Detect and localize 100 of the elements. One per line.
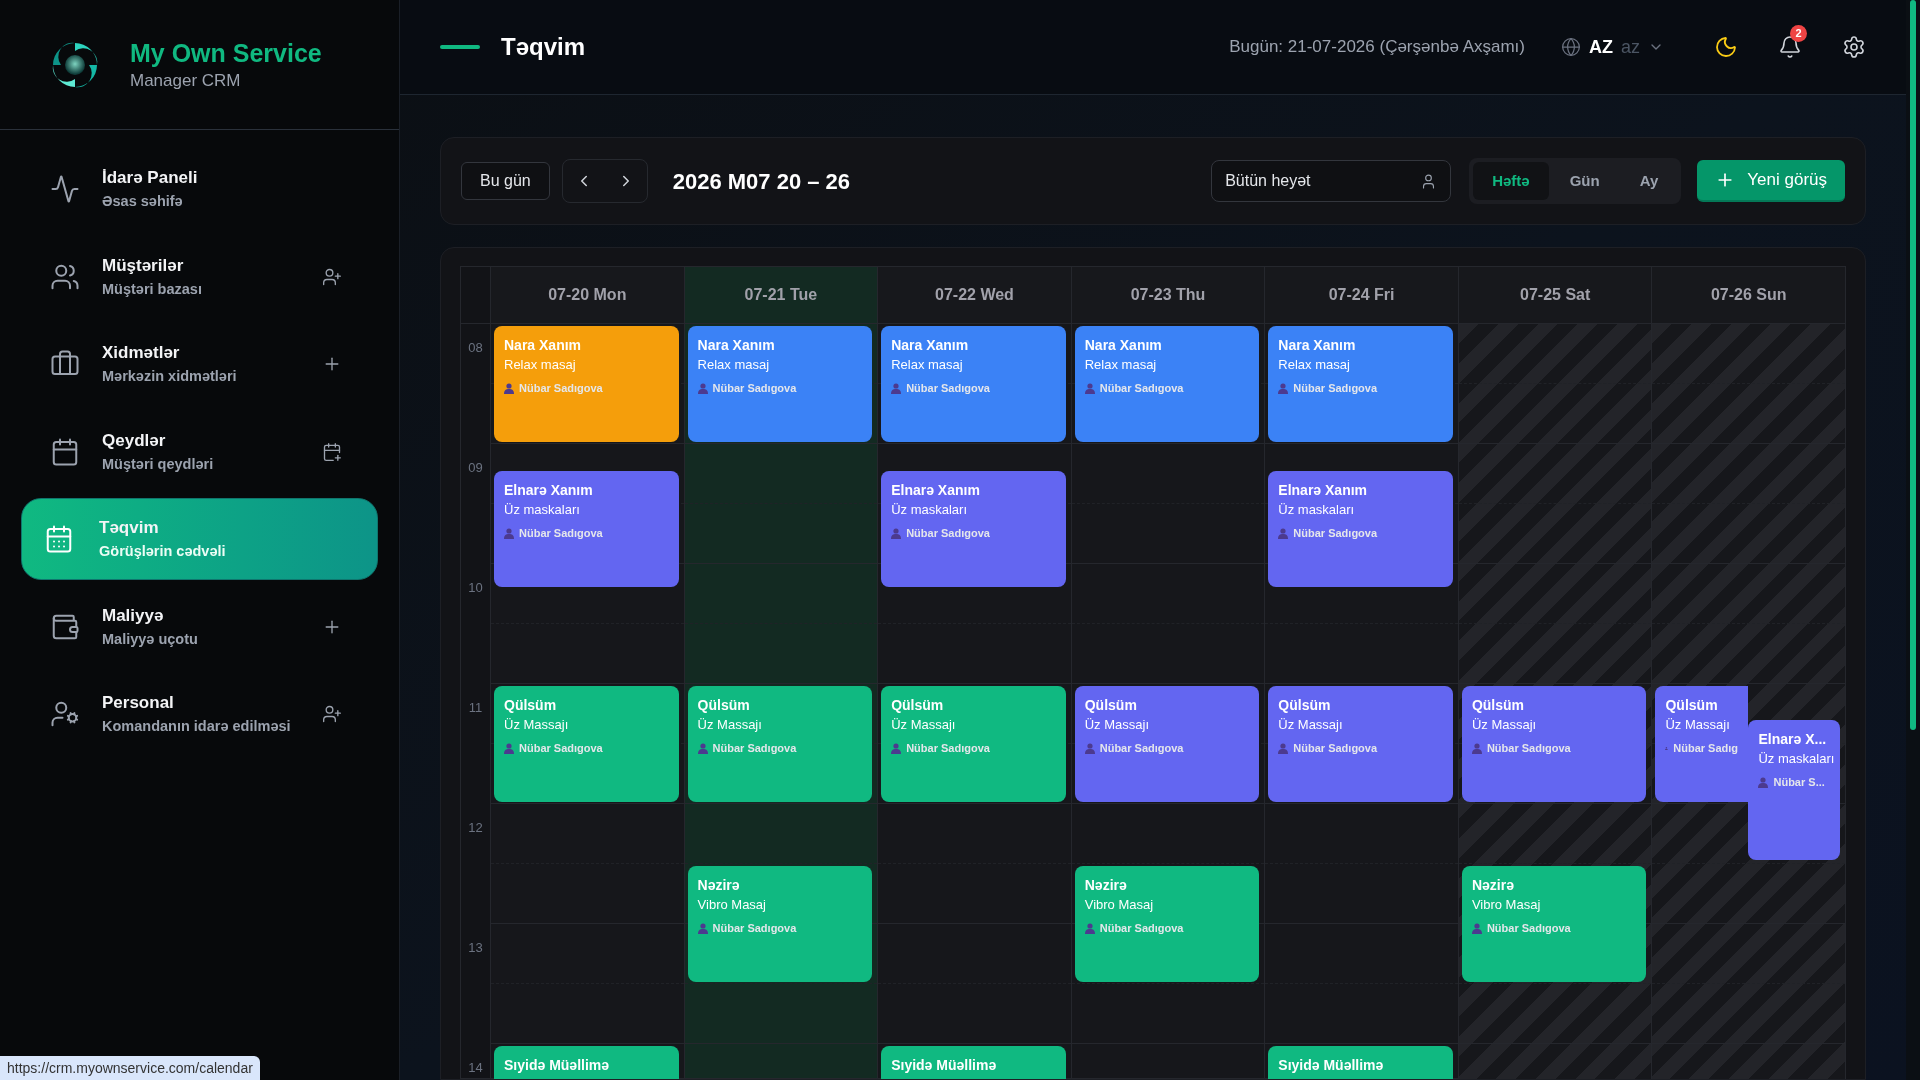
hour-label: 11 (468, 699, 483, 714)
staff-name: Nübar Sadıgova (906, 741, 990, 756)
service-name: Üz Massajı (1471, 716, 1538, 734)
person-icon (504, 742, 514, 754)
appointment-card[interactable]: Sıyidə Müəllimə (494, 1046, 679, 1079)
appointment-card[interactable]: Nara Xanım Relax masaj Nübar Sadıgova (1268, 326, 1453, 442)
staff-name: Nübar Sadıgova (906, 526, 990, 541)
staff-name: Nübar Sadıgova (712, 741, 797, 756)
appointment-card[interactable]: Nara Xanım Relax masaj Nübar Sadıgova (881, 326, 1066, 442)
person-icon (891, 527, 902, 539)
service-name: Üz maskaları (1758, 750, 1831, 768)
service-name: Üz maskaları (891, 501, 968, 519)
staff-name: Nübar Sadıgova (712, 381, 797, 396)
appointment-card[interactable]: Qülsüm Üz Massajı Nübar Sadıgova (1461, 686, 1647, 802)
appointment-card[interactable]: Nəzirə Vibro Masaj Nübar Sadıgova (1074, 866, 1260, 982)
language-select[interactable]: AZ az (1561, 33, 1664, 61)
appointment-card[interactable]: Nəzirə Vibro Masaj Nübar Sadıgova (687, 866, 873, 982)
appointment-card[interactable]: Qülsüm Üz Massajı Nübar Sadıgova (1074, 686, 1260, 802)
user-plus-icon[interactable] (322, 704, 342, 724)
service-name: Relax masaj (504, 356, 577, 374)
nav-item[interactable]: Təqvim Görüşlərin cədvəli (21, 498, 378, 580)
new-appointment-button[interactable]: Yeni görüş (1697, 160, 1845, 202)
nav-title: Təqvim (99, 517, 160, 539)
theme-toggle-icon[interactable] (1714, 35, 1738, 59)
nav-subtitle: Müştəri bazası (102, 279, 203, 299)
nav-item[interactable]: Müştərilər Müştəri bazası (21, 235, 378, 318)
accent-bar (440, 45, 480, 49)
service-name: Relax masaj (1084, 356, 1158, 374)
client-name: Qülsüm (1471, 696, 1525, 714)
appointment-card[interactable]: Sıyidə Müəllimə (881, 1046, 1066, 1079)
appointment-card[interactable]: Elnarə Xanım Üz maskaları Nübar Sadıgova (881, 471, 1066, 587)
service-name: Üz Massajı (504, 716, 570, 734)
nav-subtitle: Komandanın idarə edilməsi (102, 717, 292, 736)
pulse-icon (50, 174, 80, 204)
client-name: Elnarə X... (1758, 730, 1828, 748)
appointment-card[interactable]: Qülsüm Üz Massajı Nübar Sadıgova (881, 686, 1066, 802)
nav-item[interactable]: Personal Komandanın idarə edilməsi (21, 673, 378, 755)
client-name: Qülsüm (891, 696, 945, 714)
appointment-card[interactable]: Elnarə Xanım Üz maskaları Nübar Sadıgova (494, 471, 679, 587)
calendar-plus-icon[interactable] (322, 441, 342, 462)
person-icon (891, 742, 902, 754)
staff-name: Nübar Sadıgova (906, 381, 990, 396)
nav-title: Qeydlər (102, 429, 167, 452)
appointment-card[interactable]: Qülsüm Üz Massajı Nübar Sadıgova (494, 686, 679, 802)
brand-subtitle: Manager CRM (130, 69, 242, 92)
nav-subtitle: Müştəri qeydləri (102, 454, 215, 474)
staff-name: Nübar Sadıgova (1099, 381, 1184, 396)
service-name: Üz Massajı (1278, 716, 1344, 734)
day-header: 07-22 Wed (935, 285, 1014, 305)
globe-icon (1561, 37, 1581, 57)
today-date: Bugün: 21-07-2026 (Çərşənbə Axşamı) (1229, 36, 1525, 59)
staff-name: Nübar Sadıg (1673, 741, 1739, 756)
hour-label: 10 (468, 579, 483, 594)
client-name: Sıyidə Müəllimə (504, 1056, 611, 1074)
client-name: Qülsüm (504, 696, 558, 714)
service-name: Üz Massajı (1084, 716, 1151, 734)
nav-item[interactable]: Xidmətlər Mərkəzin xidmətləri (21, 323, 378, 405)
appointment-card[interactable]: Nəzirə Vibro Masaj Nübar Sadıgova (1461, 866, 1647, 982)
notification-badge: 2 (1790, 25, 1807, 42)
person-icon (1084, 922, 1095, 934)
nav-subtitle: Əsas səhifə (102, 192, 184, 211)
service-name: Relax masaj (1278, 356, 1351, 374)
appointment-card[interactable]: Nara Xanım Relax masaj Nübar Sadıgova (687, 326, 873, 442)
staff-name: Nübar Sadıgova (1099, 921, 1184, 936)
hour-label: 08 (468, 339, 483, 354)
appointment-card[interactable]: Elnarə X... Üz maskaları Nübar S... (1748, 720, 1841, 860)
person-icon (1278, 382, 1289, 394)
hour-label: 14 (468, 1059, 483, 1074)
appointment-card[interactable]: Sıyidə Müəllimə (1268, 1046, 1453, 1079)
person-icon (697, 382, 708, 394)
service-name: Vibro Masaj (1471, 896, 1542, 914)
user-plus-icon[interactable] (322, 266, 342, 287)
view-tab[interactable]: Ay (1620, 162, 1678, 200)
person-icon (1278, 527, 1289, 539)
nav-item[interactable]: İdarə Paneli Əsas səhifə (21, 148, 378, 230)
appointment-card[interactable]: Qülsüm Üz Massajı Nübar Sadıgova (1268, 686, 1453, 802)
hour-label: 13 (468, 939, 483, 954)
appointment-card[interactable]: Nara Xanım Relax masaj Nübar Sadıgova (1074, 326, 1260, 442)
view-tab[interactable]: Gün (1550, 162, 1619, 200)
appointment-card[interactable]: Qülsüm Üz Massajı Nübar Sadıg (1655, 686, 1749, 802)
client-name: Sıyidə Müəllimə (1278, 1056, 1385, 1074)
day-header: 07-21 Tue (744, 285, 818, 305)
view-tab[interactable]: Həftə (1473, 162, 1549, 200)
staff-select[interactable]: Bütün heyət (1211, 160, 1452, 202)
service-name: Üz maskaları (504, 501, 581, 519)
staff-name: Nübar Sadıgova (519, 741, 603, 756)
service-name: Üz Massajı (1665, 716, 1731, 734)
settings-icon[interactable] (1842, 35, 1866, 59)
client-name: Nəzirə (1084, 876, 1128, 894)
staff-name: Nübar Sadıgova (519, 381, 603, 396)
date-range: 2026 M07 20 – 26 (672, 167, 851, 196)
link-preview: https://crm.myownservice.com/calendar (0, 1056, 260, 1080)
nav-title: Maliyyə (102, 604, 165, 627)
notification-bell-icon[interactable] (1778, 35, 1802, 59)
person-icon (1471, 922, 1482, 934)
today-button[interactable]: Bu gün (461, 162, 550, 200)
nav-item[interactable]: Qeydlər Müştəri qeydləri (21, 410, 378, 493)
appointment-card[interactable]: Elnarə Xanım Üz maskaları Nübar Sadıgova (1268, 471, 1453, 587)
appointment-card[interactable]: Qülsüm Üz Massajı Nübar Sadıgova (687, 686, 873, 802)
nav-item[interactable]: Maliyyə Maliyyə uçotu (21, 585, 378, 668)
